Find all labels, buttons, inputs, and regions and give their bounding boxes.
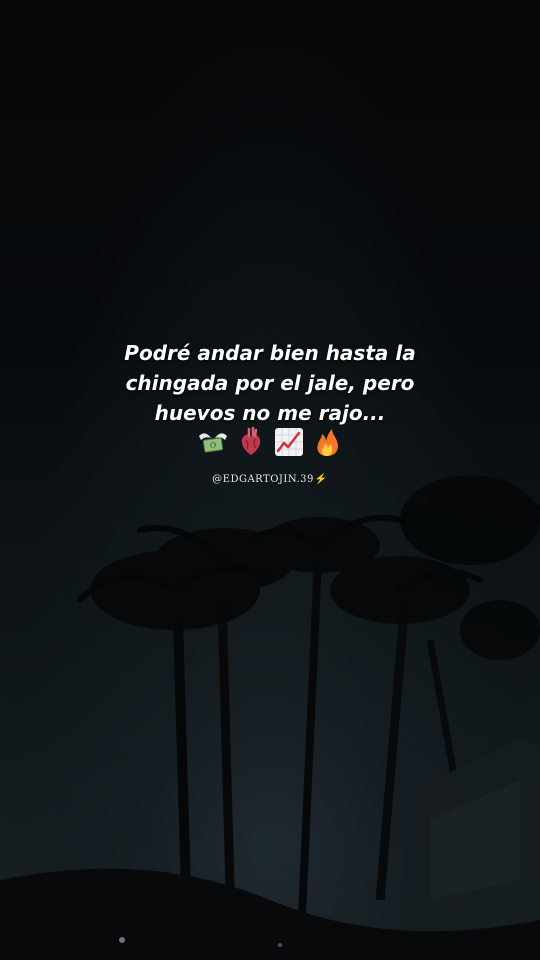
story-caption: Podré andar bien hasta la chingada por e… (70, 338, 470, 428)
handle-text: @EDGARTOJIN.39 (212, 474, 314, 485)
story-background: Podré andar bien hasta la chingada por e… (0, 0, 540, 960)
author-handle: @EDGARTOJIN.39⚡ (170, 474, 370, 485)
fire-icon (317, 429, 338, 456)
caption-line-1: Podré andar bien hasta la (124, 341, 416, 365)
caption-line-3: huevos no me rajo... (154, 401, 386, 425)
anatomical-heart-icon (241, 426, 261, 455)
svg-text:$: $ (211, 443, 214, 449)
emoji-row: $ (170, 426, 370, 464)
chart-increasing-icon (275, 428, 303, 456)
money-with-wings-icon: $ (199, 433, 227, 453)
caption-line-2: chingada por el jale, pero (125, 371, 415, 395)
lightning-icon: ⚡ (314, 474, 328, 485)
